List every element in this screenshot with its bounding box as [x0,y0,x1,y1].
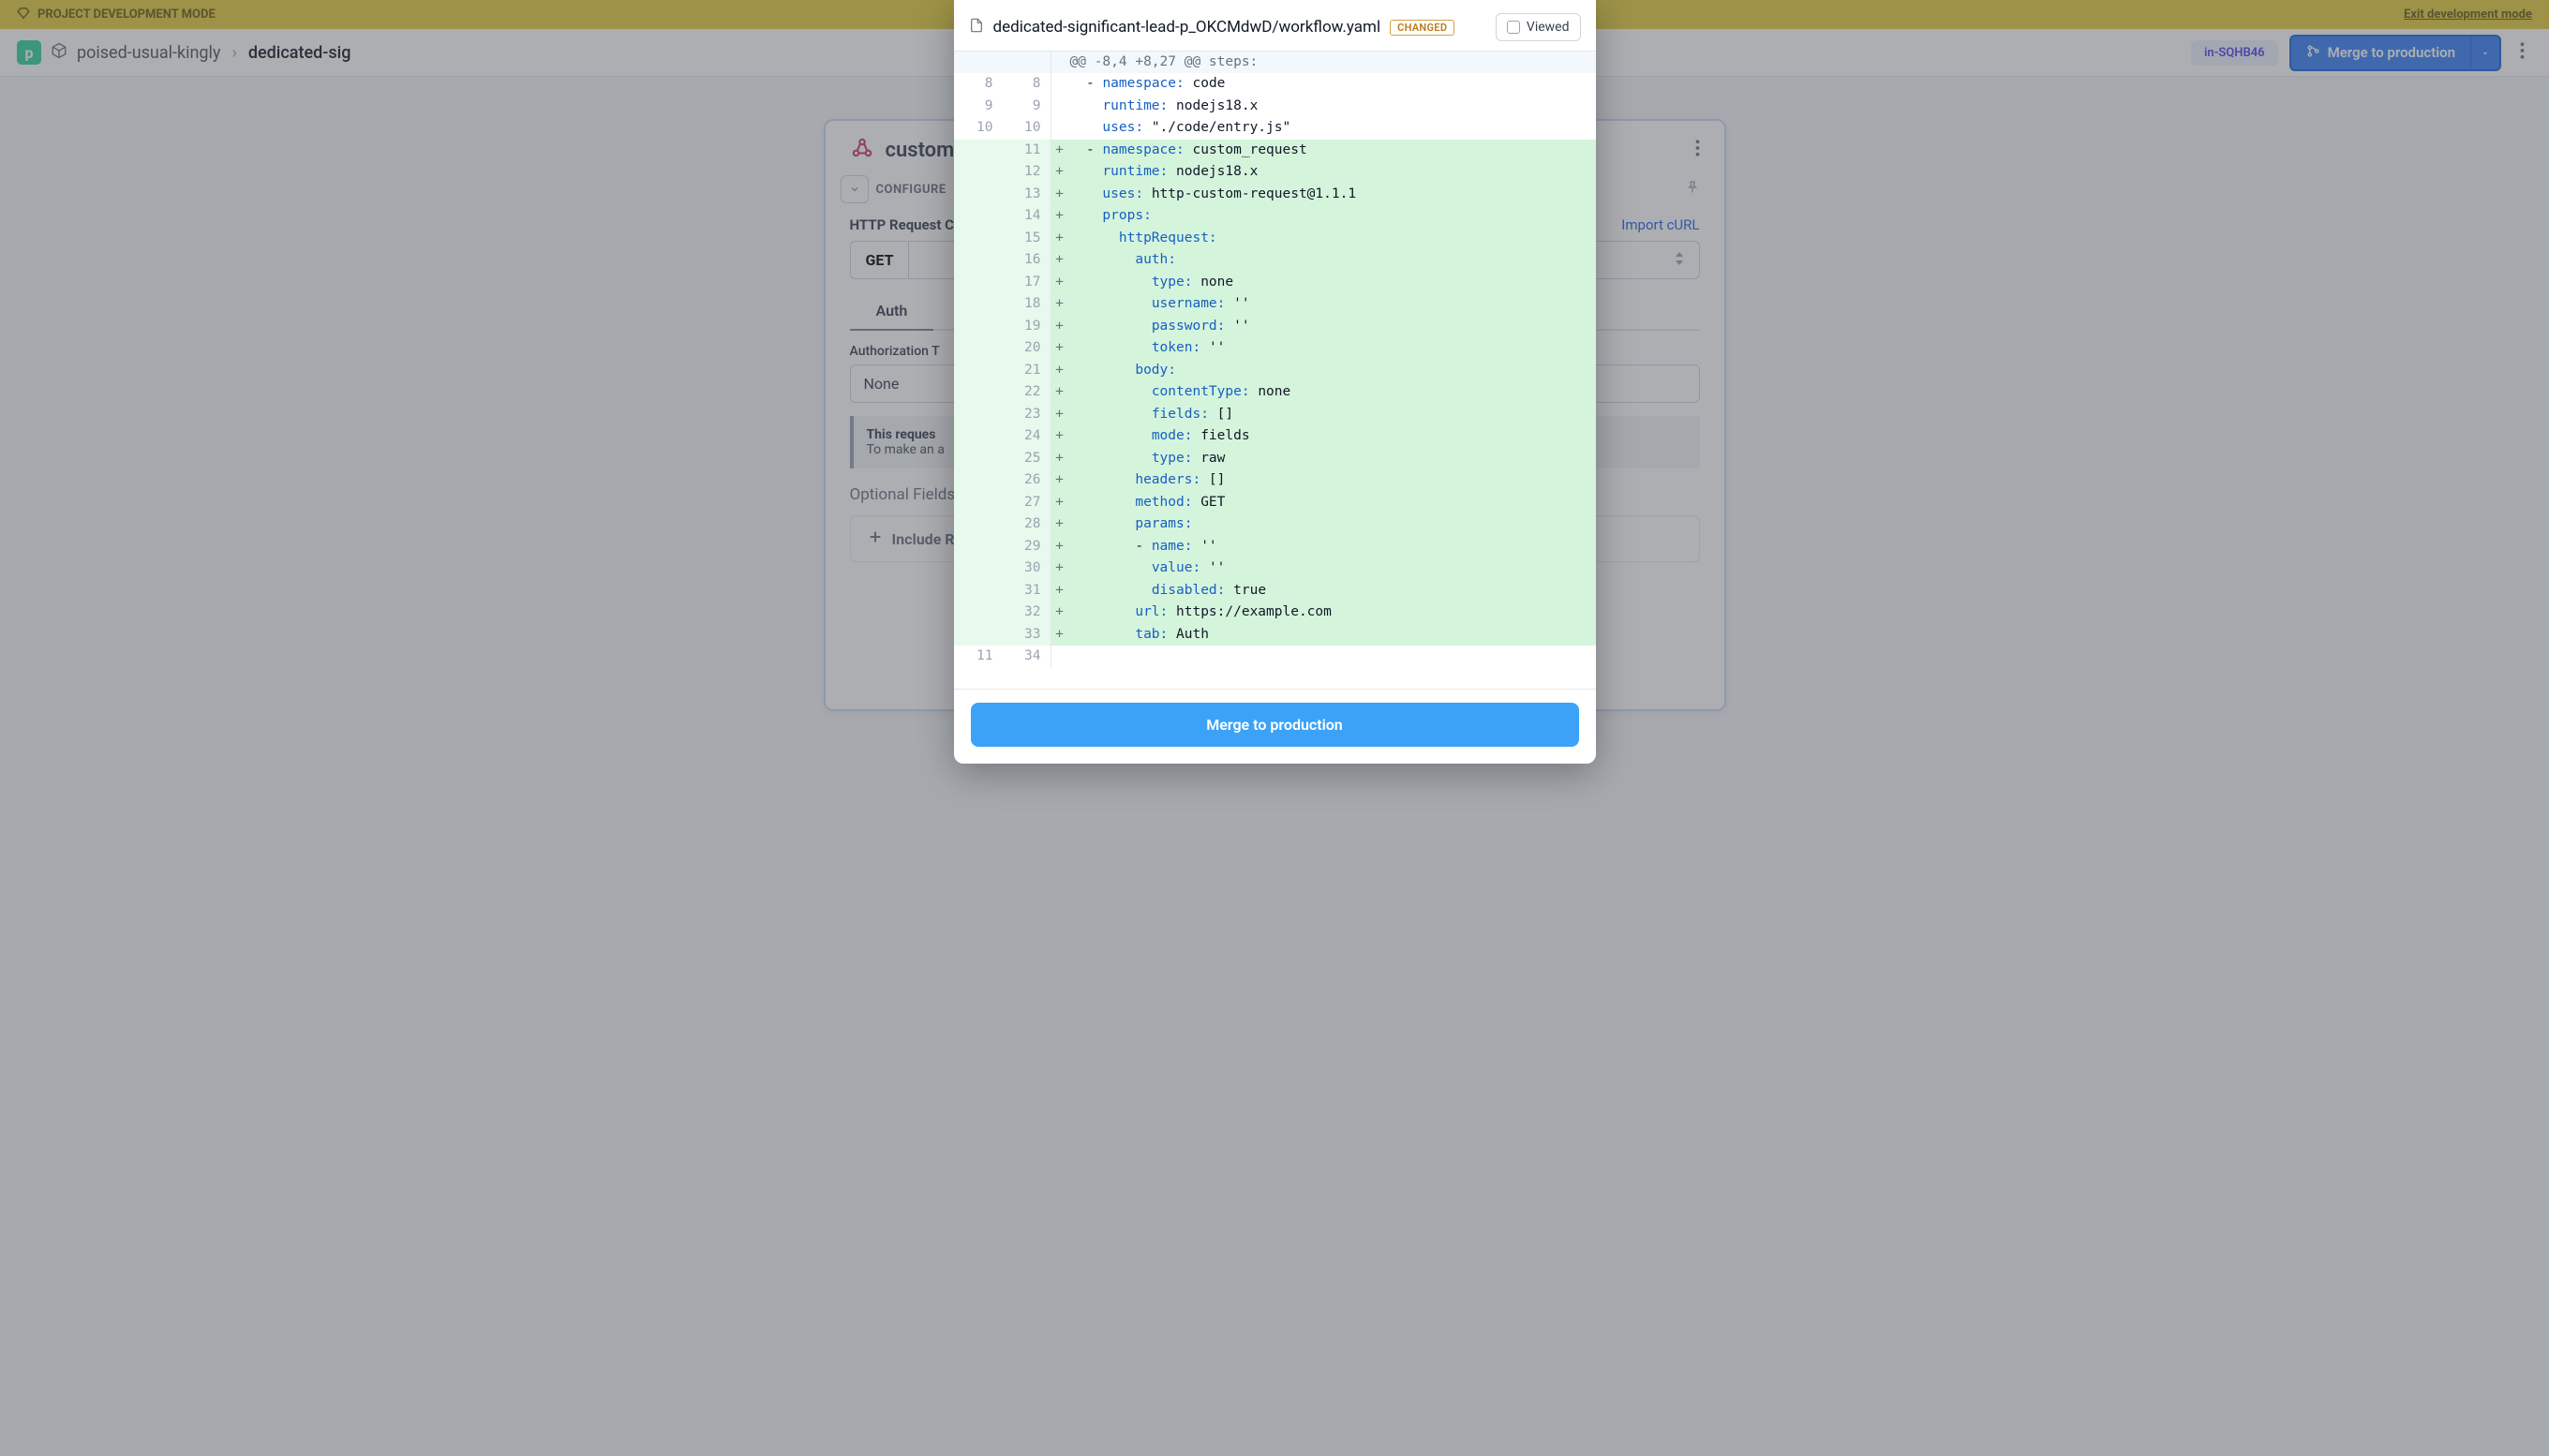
diff-line: 18+ username: '' [954,293,1596,315]
diff-line: 26+ headers: [] [954,469,1596,491]
diff-line: 22+ contentType: none [954,381,1596,403]
diff-modal: dedicated-significant-lead-p_OKCMdwD/wor… [954,0,1596,764]
diff-line: 17+ type: none [954,272,1596,293]
diff-line: 21+ body: [954,360,1596,381]
diff-hunk-header: @@ -8,4 +8,27 @@ steps: [954,52,1596,73]
diff-line: 15+ httpRequest: [954,228,1596,249]
diff-line: 23+ fields: [] [954,404,1596,425]
diff-line: 29+ - name: '' [954,536,1596,557]
viewed-checkbox[interactable]: Viewed [1496,13,1581,41]
diff-line: 31+ disabled: true [954,580,1596,602]
checkbox-icon [1507,21,1520,34]
diff-line: 20+ token: '' [954,337,1596,359]
diff-line: 30+ value: '' [954,557,1596,579]
diff-line: 13+ uses: http-custom-request@1.1.1 [954,184,1596,205]
diff-line: 16+ auth: [954,249,1596,271]
diff-line: 1010 uses: "./code/entry.js" [954,117,1596,139]
diff-line: 32+ url: https://example.com [954,602,1596,623]
diff-line: 12+ runtime: nodejs18.x [954,161,1596,183]
modal-overlay[interactable]: dedicated-significant-lead-p_OKCMdwD/wor… [0,0,2549,1456]
file-icon [969,18,984,37]
diff-line: 88 - namespace: code [954,73,1596,95]
diff-filename: dedicated-significant-lead-p_OKCMdwD/wor… [993,18,1381,37]
diff-line: 24+ mode: fields [954,425,1596,447]
diff-line: 27+ method: GET [954,492,1596,513]
diff-line: 14+ props: [954,205,1596,227]
diff-line: 11+ - namespace: custom_request [954,140,1596,161]
diff-line: 33+ tab: Auth [954,624,1596,646]
changed-badge: CHANGED [1390,20,1454,36]
diff-line: 99 runtime: nodejs18.x [954,96,1596,117]
diff-line: 19+ password: '' [954,316,1596,337]
diff-line: 28+ params: [954,513,1596,535]
diff-viewer[interactable]: @@ -8,4 +8,27 @@ steps: 88 - namespace: … [954,51,1596,690]
modal-merge-button[interactable]: Merge to production [971,703,1579,747]
diff-line: 1134 [954,646,1596,667]
diff-line: 25+ type: raw [954,448,1596,469]
